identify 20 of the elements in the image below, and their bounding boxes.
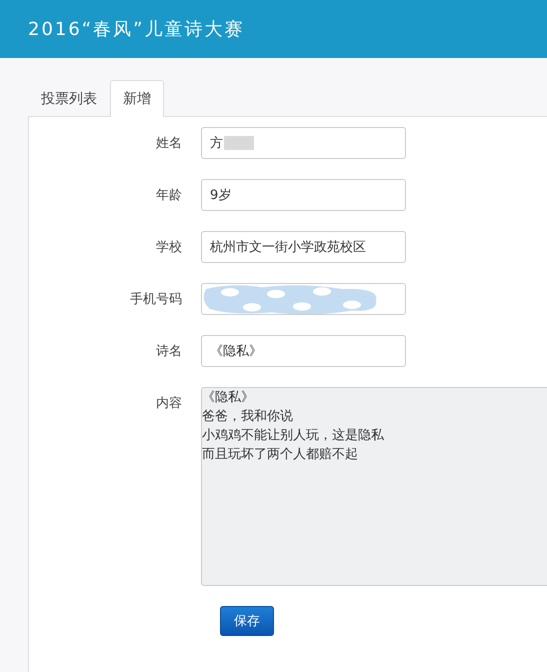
field-label: 姓名	[155, 135, 183, 152]
page-title: 2016“春风”儿童诗大赛	[28, 18, 244, 41]
tab[interactable]: 投票列表	[28, 81, 110, 116]
field-label: 年龄	[155, 187, 183, 204]
tab[interactable]: 新增	[110, 80, 164, 117]
content-textarea[interactable]: 《隐私》 爸爸，我和你说 小鸡鸡不能让别人玩，这是隐私 而且玩坏了两个人都赔不起	[201, 387, 547, 586]
field-label: 学校	[155, 239, 183, 256]
input-field[interactable]: 9岁	[201, 179, 406, 211]
content-line: 小鸡鸡不能让别人玩，这是隐私	[202, 427, 384, 445]
field-label: 内容	[155, 395, 183, 412]
content-line: 《隐私》	[202, 389, 254, 407]
input-field[interactable]	[201, 283, 406, 315]
input-field[interactable]: 杭州市文一街小学政苑校区	[201, 231, 406, 263]
content-line: 而且玩坏了两个人都赔不起	[202, 446, 358, 464]
save-button[interactable]: 保存	[220, 606, 274, 636]
input-field[interactable]: 方	[201, 127, 406, 159]
input-field[interactable]: 《隐私》	[201, 335, 406, 367]
field-label: 手机号码	[129, 291, 183, 308]
content-line: 爸爸，我和你说	[202, 408, 293, 426]
field-label: 诗名	[155, 343, 183, 360]
